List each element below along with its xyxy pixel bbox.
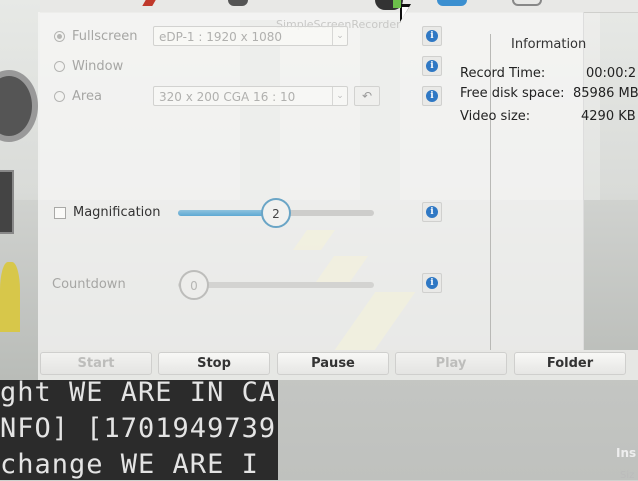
area-info-button[interactable]: i [422,86,442,106]
information-title: Information [511,37,587,52]
magnification-slider-knob[interactable]: 2 [261,198,291,228]
video-size-label: Video size: [460,109,531,124]
area-radio[interactable] [54,91,65,102]
play-button[interactable]: Play [395,352,507,375]
red-tool-icon[interactable] [130,0,166,11]
magnification-info-button[interactable]: i [422,202,442,222]
countdown-label: Countdown [52,277,126,292]
area-select[interactable]: 320 x 200 CGA 16 : 10 ⌄ [153,86,348,106]
magnification-label: Magnification [73,205,161,220]
fullscreen-label: Fullscreen [72,29,138,44]
folder-button[interactable]: Folder [514,352,626,375]
record-time-label: Record Time: [460,66,546,81]
panel-divider [490,34,491,350]
window-info-button[interactable]: i [422,56,442,76]
free-disk-label: Free disk space: [460,86,565,101]
terminal-window[interactable]: ght WE ARE IN CA NFO] [1701949739 change… [0,380,278,480]
terminal-line: ght WE ARE IN CA [0,380,277,408]
dark-tool-icon[interactable] [220,0,256,11]
chevron-down-icon: ⌄ [332,27,347,45]
video-size-value: 4290 KB [581,109,636,124]
webcam-icon [0,70,38,142]
area-reset-button[interactable]: ↶ [354,86,380,106]
countdown-slider-knob[interactable]: 0 [179,270,209,300]
side-panel-subtitle: Siz [620,470,635,481]
countdown-option: Countdown [52,277,126,292]
terminal-line: NFO] [1701949739 [0,413,277,444]
ring-app-icon[interactable] [510,0,546,11]
start-button[interactable]: Start [40,352,152,375]
info-icon: i [426,30,438,42]
side-panel: Ins Siz [600,440,638,481]
info-icon: i [426,277,438,289]
info-icon: i [426,60,438,72]
side-panel-title: Ins [616,446,637,460]
area-label: Area [72,89,102,104]
pause-button[interactable]: Pause [277,352,389,375]
window-option[interactable]: Window [54,59,123,74]
countdown-info-button[interactable]: i [422,273,442,293]
fullscreen-radio[interactable] [54,31,65,42]
info-icon: i [426,206,438,218]
recorder-window: SimpleScreenRecorder Fullscreen eDP-1 : … [38,12,584,350]
screen-select-value: eDP-1 : 1920 x 1080 [159,30,283,44]
fullscreen-info-button[interactable]: i [422,26,442,46]
chevron-down-icon: ⌄ [332,87,347,105]
lamp-icon [0,262,20,332]
blue-app-icon[interactable] [435,0,471,11]
area-select-value: 320 x 200 CGA 16 : 10 [159,90,296,104]
control-button-bar: Start Stop Pause Play Folder [38,350,638,380]
magnification-checkbox[interactable] [54,206,66,219]
magnification-option[interactable]: Magnification [54,205,161,220]
window-radio[interactable] [54,61,65,72]
info-icon: i [426,90,438,102]
area-option[interactable]: Area [54,89,102,104]
window-label: Window [72,59,124,74]
terminal-line: change WE ARE I [0,449,259,480]
record-time-value: 00:00:2 [586,66,637,81]
stop-button[interactable]: Stop [158,352,270,375]
free-disk-value: 85986 MB [573,86,638,101]
fullscreen-option[interactable]: Fullscreen [54,29,137,44]
screen-select[interactable]: eDP-1 : 1920 x 1080 ⌄ [153,26,348,46]
device-icon [0,170,14,234]
undo-arrow-icon: ↶ [361,89,373,103]
